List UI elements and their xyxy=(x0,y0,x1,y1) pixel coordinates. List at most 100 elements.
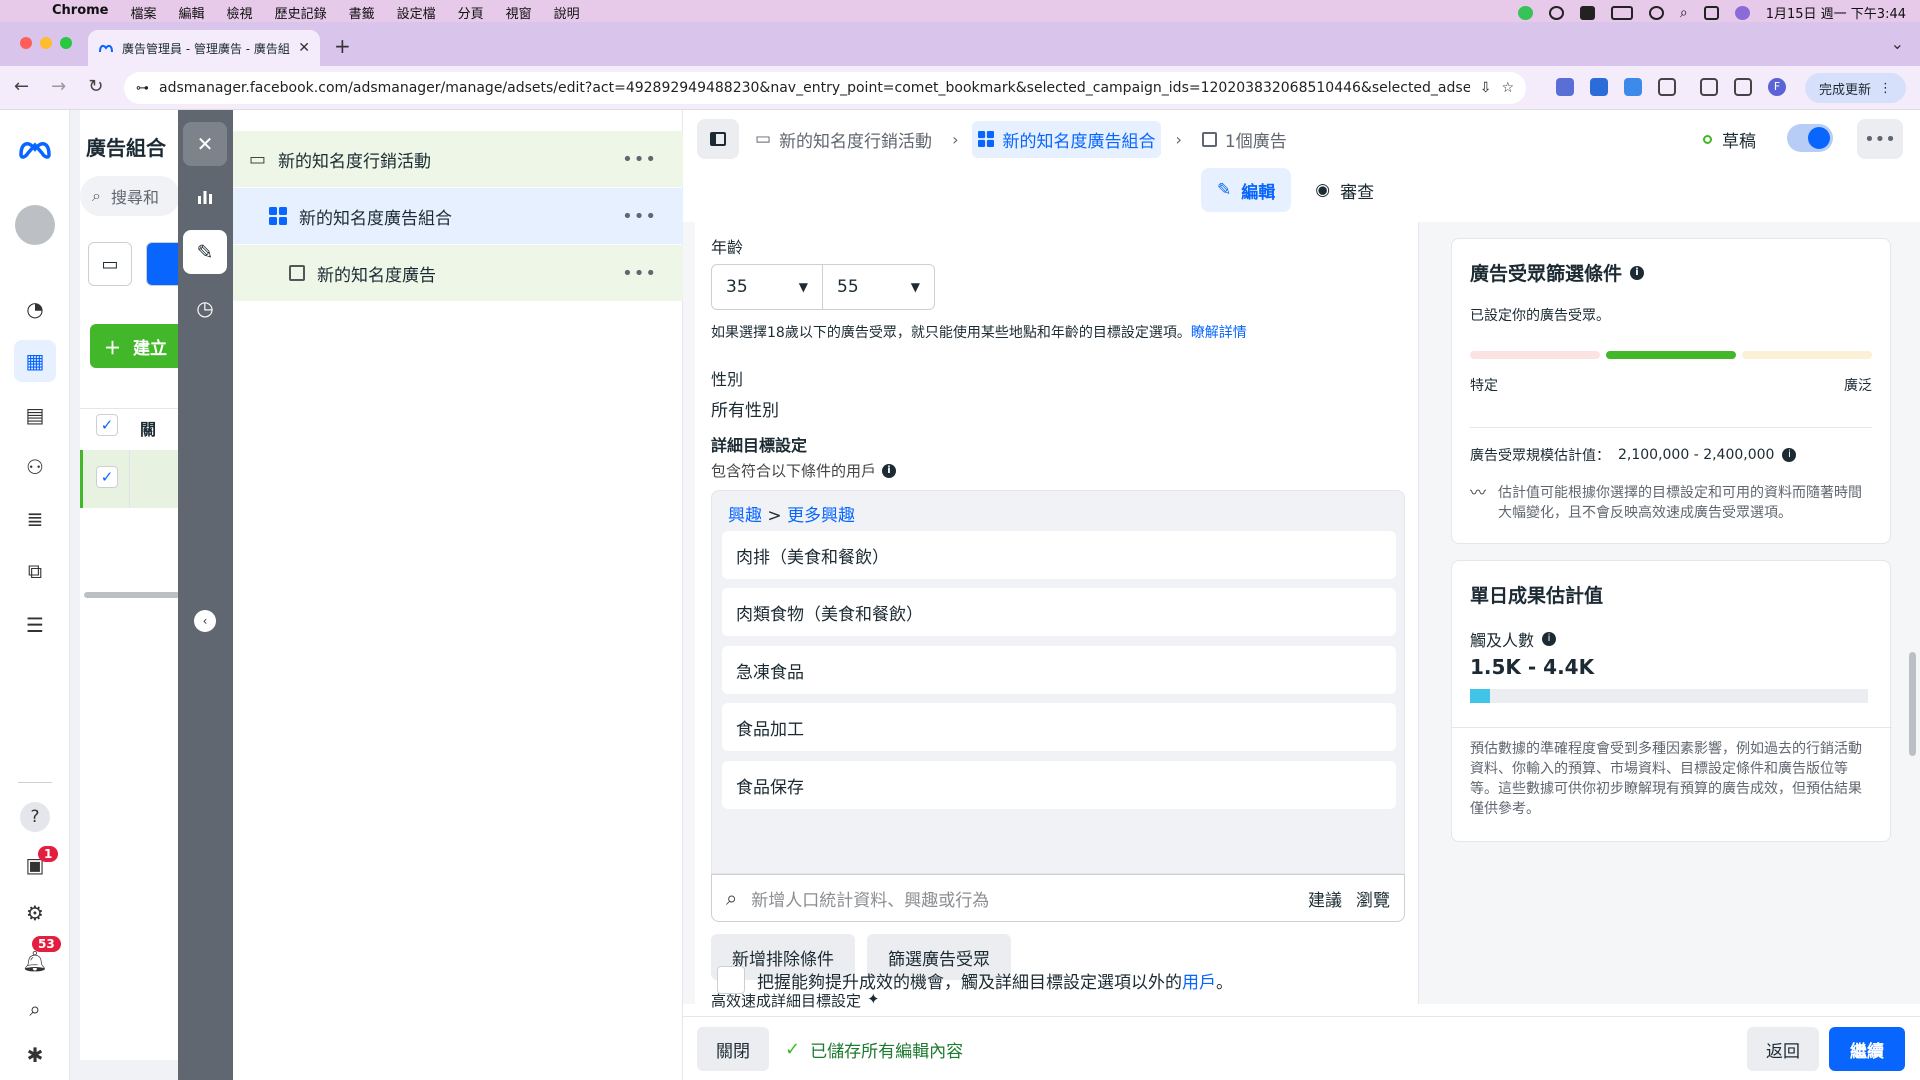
back-icon[interactable]: ← xyxy=(14,76,29,97)
window-close-button[interactable] xyxy=(20,37,32,49)
account-avatar[interactable] xyxy=(14,204,56,246)
menu-item-profiles[interactable]: 設定檔 xyxy=(397,3,436,22)
history-clock-icon[interactable]: ◷ xyxy=(183,286,227,330)
menu-item-tab[interactable]: 分頁 xyxy=(458,3,484,22)
info-icon[interactable]: i xyxy=(1782,448,1797,462)
control-center-icon[interactable] xyxy=(1703,5,1719,20)
word-extension-icon[interactable] xyxy=(1590,78,1608,96)
path-link-more-interests[interactable]: 更多興趣 xyxy=(787,506,855,526)
adset-toggle[interactable] xyxy=(1787,124,1833,152)
collapse-chevron-icon[interactable]: ‹ xyxy=(194,610,216,632)
info-icon[interactable]: i xyxy=(1542,632,1557,646)
window-zoom-button[interactable] xyxy=(60,37,72,49)
menu-item-bookmarks[interactable]: 書籤 xyxy=(349,3,375,22)
translate-extension-icon[interactable] xyxy=(1624,78,1642,96)
browser-tab[interactable]: 廣告管理員 - 管理廣告 - 廣告組 ✕ xyxy=(88,30,320,66)
path-link-interests[interactable]: 興趣 xyxy=(728,506,762,526)
forward-icon[interactable]: → xyxy=(51,76,66,97)
url-text[interactable]: adsmanager.facebook.com/adsmanager/manag… xyxy=(159,80,1470,96)
line-icon[interactable] xyxy=(1517,5,1533,20)
new-tab-icon[interactable]: + xyxy=(334,34,351,58)
more-options-icon[interactable]: ••• xyxy=(622,149,657,170)
folder-tab-icon[interactable]: ▭ xyxy=(88,242,132,286)
browse-button[interactable]: 瀏覽 xyxy=(1356,886,1390,911)
close-button[interactable]: 關閉 xyxy=(697,1027,769,1071)
settings-gear-icon[interactable]: ⚙ xyxy=(14,892,56,934)
edit-pencil-icon[interactable]: ✎ xyxy=(183,230,227,274)
adsets-tab-icon[interactable] xyxy=(146,242,180,286)
targeting-search-input[interactable]: ⌕ 新增人口統計資料、興趣或行為 建議 瀏覽 xyxy=(711,874,1405,922)
menu-item-chrome[interactable]: Chrome xyxy=(52,3,109,22)
menu-item-history[interactable]: 歷史記錄 xyxy=(275,3,327,22)
tab-review[interactable]: ◉ 審查 xyxy=(1303,168,1386,212)
suggestions-button[interactable]: 建議 xyxy=(1308,886,1342,911)
side-panel-icon[interactable] xyxy=(1734,78,1752,96)
campaigns-table-icon[interactable]: ▦ xyxy=(14,340,56,382)
menu-item-help[interactable]: 說明 xyxy=(554,3,580,22)
audiences-icon[interactable]: ⚇ xyxy=(14,446,56,488)
horizontal-scrollbar[interactable] xyxy=(84,592,180,598)
close-editor-icon[interactable]: ✕ xyxy=(183,122,227,166)
address-bar[interactable]: ⊶ adsmanager.facebook.com/adsmanager/man… xyxy=(124,72,1526,104)
tab-close-icon[interactable]: ✕ xyxy=(298,40,310,56)
tab-edit[interactable]: ✎ 編輯 xyxy=(1201,168,1292,212)
menu-item-edit[interactable]: 編輯 xyxy=(179,3,205,22)
more-options-icon[interactable]: ••• xyxy=(622,263,657,284)
breadcrumb-adset[interactable]: 新的知名度廣告組合 xyxy=(972,120,1162,158)
tree-item-ad[interactable]: 新的知名度廣告 ••• xyxy=(233,245,683,301)
bookmark-star-icon[interactable]: ☆ xyxy=(1501,80,1514,96)
age-min-select[interactable]: 35 ▼ xyxy=(711,264,823,310)
update-button[interactable]: 完成更新 ⋮ xyxy=(1804,73,1906,103)
site-info-icon[interactable]: ⊶ xyxy=(136,81,149,96)
create-button[interactable]: ＋ 建立 xyxy=(90,324,180,368)
menu-item-window[interactable]: 視窗 xyxy=(506,3,532,22)
menu-item-file[interactable]: 檔案 xyxy=(131,3,157,22)
play-icon[interactable] xyxy=(1548,5,1564,20)
breadcrumb-campaign[interactable]: ▭ 新的知名度行銷活動 xyxy=(749,121,938,158)
profile-avatar[interactable]: F xyxy=(1768,78,1786,96)
search-icon[interactable]: ⌕ xyxy=(1680,5,1688,21)
age-max-select[interactable]: 55 ▼ xyxy=(822,264,935,310)
puzzle-extensions-icon[interactable] xyxy=(1658,78,1676,96)
toggle-sidebar-icon[interactable] xyxy=(697,119,739,159)
dashboard-gauge-icon[interactable]: ◔ xyxy=(14,288,56,330)
tree-item-campaign[interactable]: ▭ 新的知名度行銷活動 ••• xyxy=(233,131,683,187)
interest-item[interactable]: 食品加工 xyxy=(722,703,1396,751)
vertical-scrollbar[interactable] xyxy=(1909,652,1916,756)
table-row[interactable]: ✓ xyxy=(80,450,180,508)
users-link[interactable]: 用戶 xyxy=(1182,973,1216,993)
row-checkbox[interactable]: ✓ xyxy=(96,466,118,488)
info-icon[interactable]: i xyxy=(1630,265,1645,280)
search-input[interactable]: ⌕ 搜尋和 xyxy=(80,176,180,216)
more-options-icon[interactable]: ••• xyxy=(622,206,657,227)
back-button[interactable]: 返回 xyxy=(1747,1027,1819,1071)
gender-value[interactable]: 所有性別 xyxy=(711,396,779,421)
info-icon[interactable]: i xyxy=(882,463,897,478)
search-icon[interactable]: ⌕ xyxy=(14,988,56,1030)
charts-icon[interactable] xyxy=(183,174,227,218)
help-icon[interactable]: ? xyxy=(14,796,56,838)
learn-more-link[interactable]: 瞭解詳情 xyxy=(1191,325,1247,341)
all-tools-menu-icon[interactable]: ☰ xyxy=(14,604,56,646)
reload-icon[interactable]: ↻ xyxy=(88,76,103,97)
siri-icon[interactable] xyxy=(1734,5,1750,20)
continue-button[interactable]: 繼續 xyxy=(1829,1027,1905,1071)
install-icon[interactable]: ⇩ xyxy=(1480,80,1492,96)
select-all-checkbox[interactable]: ✓ xyxy=(96,414,118,436)
reading-list-icon[interactable] xyxy=(1700,78,1718,96)
interest-item[interactable]: 急凍食品 xyxy=(722,646,1396,694)
breadcrumb-ads[interactable]: 1個廣告 xyxy=(1196,121,1293,158)
report-bug-icon[interactable]: ✱ xyxy=(14,1034,56,1076)
tree-item-adset[interactable]: 新的知名度廣告組合 ••• xyxy=(233,188,683,244)
extension-icon[interactable] xyxy=(1556,78,1574,96)
interest-item[interactable]: 肉排（美食和餐飲） xyxy=(722,531,1396,579)
interest-item[interactable]: 肉類食物（美食和餐飲） xyxy=(722,588,1396,636)
tab-search-chevron-icon[interactable]: ⌄ xyxy=(1891,34,1904,53)
more-vert-icon[interactable]: ⋮ xyxy=(1879,81,1892,96)
advantage-checkbox[interactable] xyxy=(717,966,745,994)
clock[interactable]: 1月15日 週一 下午3:44 xyxy=(1766,3,1906,22)
text-input-icon[interactable] xyxy=(1579,5,1595,20)
battery-icon[interactable] xyxy=(1610,5,1633,20)
interest-item[interactable]: 食品保存 xyxy=(722,761,1396,809)
more-options-icon[interactable]: ••• xyxy=(1857,119,1903,159)
